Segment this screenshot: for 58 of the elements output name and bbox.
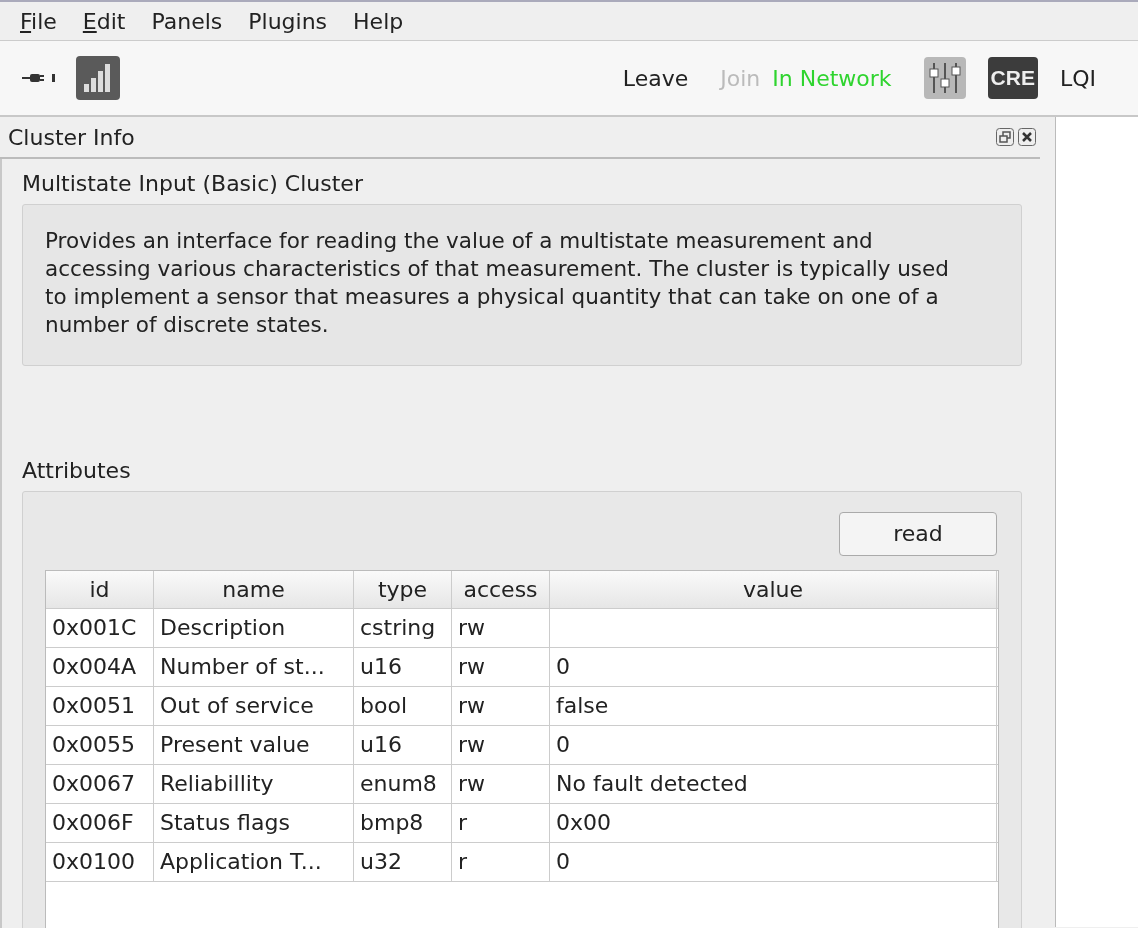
- table-cell: Number of st...: [160, 654, 325, 680]
- float-icon[interactable]: [996, 128, 1014, 146]
- table-cell: u32: [360, 849, 402, 875]
- toolbar-action[interactable]: Leave: [622, 65, 689, 91]
- table-cell: 0x006F: [52, 810, 134, 836]
- cluster-name: Multistate Input (Basic) Cluster: [22, 171, 364, 196]
- table-cell: Reliabillity: [160, 771, 274, 797]
- table-cell: rw: [458, 732, 486, 758]
- table-cell: rw: [458, 693, 486, 719]
- plug-icon[interactable]: [22, 71, 56, 85]
- table-cell: 0x004A: [52, 654, 137, 680]
- close-icon[interactable]: [1018, 128, 1036, 146]
- table-cell: r: [458, 810, 468, 836]
- table-cell: Status flags: [160, 810, 290, 836]
- description-box: Provides an interface for reading the value of a multistate measurement and accessing various characteristics of that measurement. The cluster is typically used to implement a sensor that measures a physical quantity that can take on one of a number of discrete states.: [22, 204, 1022, 366]
- table-cell: No fault detected: [556, 771, 748, 797]
- menu-item[interactable]: Panels: [151, 8, 223, 34]
- table-cell: rw: [458, 771, 486, 797]
- column-header[interactable]: id: [46, 570, 154, 608]
- network-status: In Network: [772, 65, 892, 91]
- table-cell: bmp8: [360, 810, 424, 836]
- read-button[interactable]: read: [839, 511, 997, 556]
- table-cell: u16: [360, 732, 402, 758]
- table-cell: 0x00: [556, 810, 611, 836]
- table-cell: Description: [160, 615, 286, 641]
- table-cell: 0x0067: [52, 771, 135, 797]
- table-cell: u16: [360, 654, 402, 680]
- table-cell: rw: [458, 615, 486, 641]
- signal-bars-icon[interactable]: [76, 56, 120, 100]
- table-cell: 0x0100: [52, 849, 135, 875]
- table-cell: Present value: [160, 732, 310, 758]
- table-cell: false: [556, 693, 609, 719]
- table-cell: bool: [360, 693, 407, 719]
- table-cell: 0: [556, 849, 570, 875]
- table-cell: 0: [556, 732, 570, 758]
- table-cell: rw: [458, 654, 486, 680]
- section-label: Attributes: [22, 457, 132, 483]
- table-cell: 0: [556, 654, 570, 680]
- table-cell: r: [458, 849, 468, 875]
- panel-title: Cluster Info: [8, 124, 136, 150]
- column-header[interactable]: name: [154, 570, 354, 608]
- table-cell: Out of service: [160, 693, 314, 719]
- menu-item[interactable]: Plugins: [248, 8, 328, 34]
- menu-item[interactable]: Edit: [82, 8, 126, 34]
- table-cell: cstring: [360, 615, 436, 641]
- column-header[interactable]: type: [354, 570, 452, 608]
- menu-item[interactable]: Help: [353, 8, 404, 34]
- table-cell: 0x0055: [52, 732, 135, 758]
- cre-button[interactable]: CRE: [987, 57, 1038, 99]
- table-cell: 0x0051: [52, 693, 135, 719]
- lqi-button[interactable]: LQI: [1059, 65, 1096, 91]
- menu-item[interactable]: File: [20, 8, 57, 34]
- table-cell: 0x001C: [52, 615, 137, 641]
- sliders-icon[interactable]: [923, 57, 966, 99]
- table-cell: enum8: [360, 771, 437, 797]
- column-header[interactable]: access: [452, 570, 550, 608]
- column-header[interactable]: value: [550, 570, 997, 608]
- table-cell: Application T...: [160, 849, 322, 875]
